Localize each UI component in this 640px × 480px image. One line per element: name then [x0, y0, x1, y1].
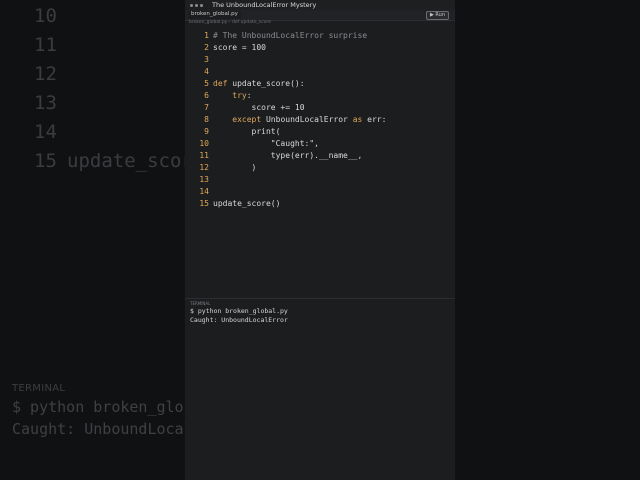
- run-button[interactable]: ▶ Run: [425, 11, 449, 20]
- bg-terminal-line: Caught: UnboundLocal: [12, 420, 193, 438]
- tab-file[interactable]: broken_global.py: [188, 11, 241, 19]
- bg-terminal-label: TERMINAL: [12, 383, 66, 394]
- code-line: 3: [204, 55, 209, 64]
- code-line: 4: [204, 67, 209, 76]
- code-editor[interactable]: 1 # The UnboundLocalError surprise 2 score…: [185, 30, 455, 298]
- bg-code-line: 11: [34, 34, 57, 56]
- breadcrumb: broken_global.py › def update_score: [189, 20, 271, 25]
- terminal-line: Caught: UnboundLocalError: [190, 316, 288, 324]
- code-line: 7 score += 10: [204, 103, 305, 112]
- code-line: 11 type(err).__name__,: [199, 151, 363, 160]
- bg-code-line: 10: [34, 5, 57, 27]
- terminal-divider: [185, 298, 455, 299]
- code-line: 14: [199, 187, 209, 196]
- bg-code-line: 12 ): [34, 63, 195, 85]
- window-dot-icon[interactable]: [200, 4, 203, 7]
- code-line: 2 score = 100: [204, 43, 266, 52]
- code-line: 13: [199, 175, 209, 184]
- run-button-label: Run: [435, 12, 445, 18]
- title-bar: The UnboundLocalError Mystery: [185, 0, 455, 10]
- bg-code-line: 15 update_score: [34, 150, 205, 172]
- code-line: 10 "Caught:",: [199, 139, 319, 148]
- window-title: The UnboundLocalError Mystery: [212, 1, 317, 9]
- window-dot-icon[interactable]: [195, 4, 198, 7]
- editor-window: The UnboundLocalError Mystery broken_glo…: [185, 0, 455, 480]
- bg-code-line: 14: [34, 121, 57, 143]
- window-dot-icon[interactable]: [190, 4, 193, 7]
- code-line: 8 except UnboundLocalError as err:: [204, 115, 387, 124]
- terminal-line: $ python broken_global.py: [190, 307, 288, 315]
- code-line: 6 try:: [204, 91, 252, 100]
- bg-code-line: 13: [34, 92, 57, 114]
- bg-terminal-line: $ python broken_global: [12, 398, 211, 416]
- code-line: 1 # The UnboundLocalError surprise: [204, 31, 368, 40]
- code-line: 9 print(: [204, 127, 281, 136]
- code-line: 5 def update_score():: [204, 79, 305, 88]
- code-line: 12 ): [199, 163, 257, 172]
- terminal-label: TERMINAL: [190, 301, 211, 306]
- code-line: 15 update_score(): [199, 199, 281, 208]
